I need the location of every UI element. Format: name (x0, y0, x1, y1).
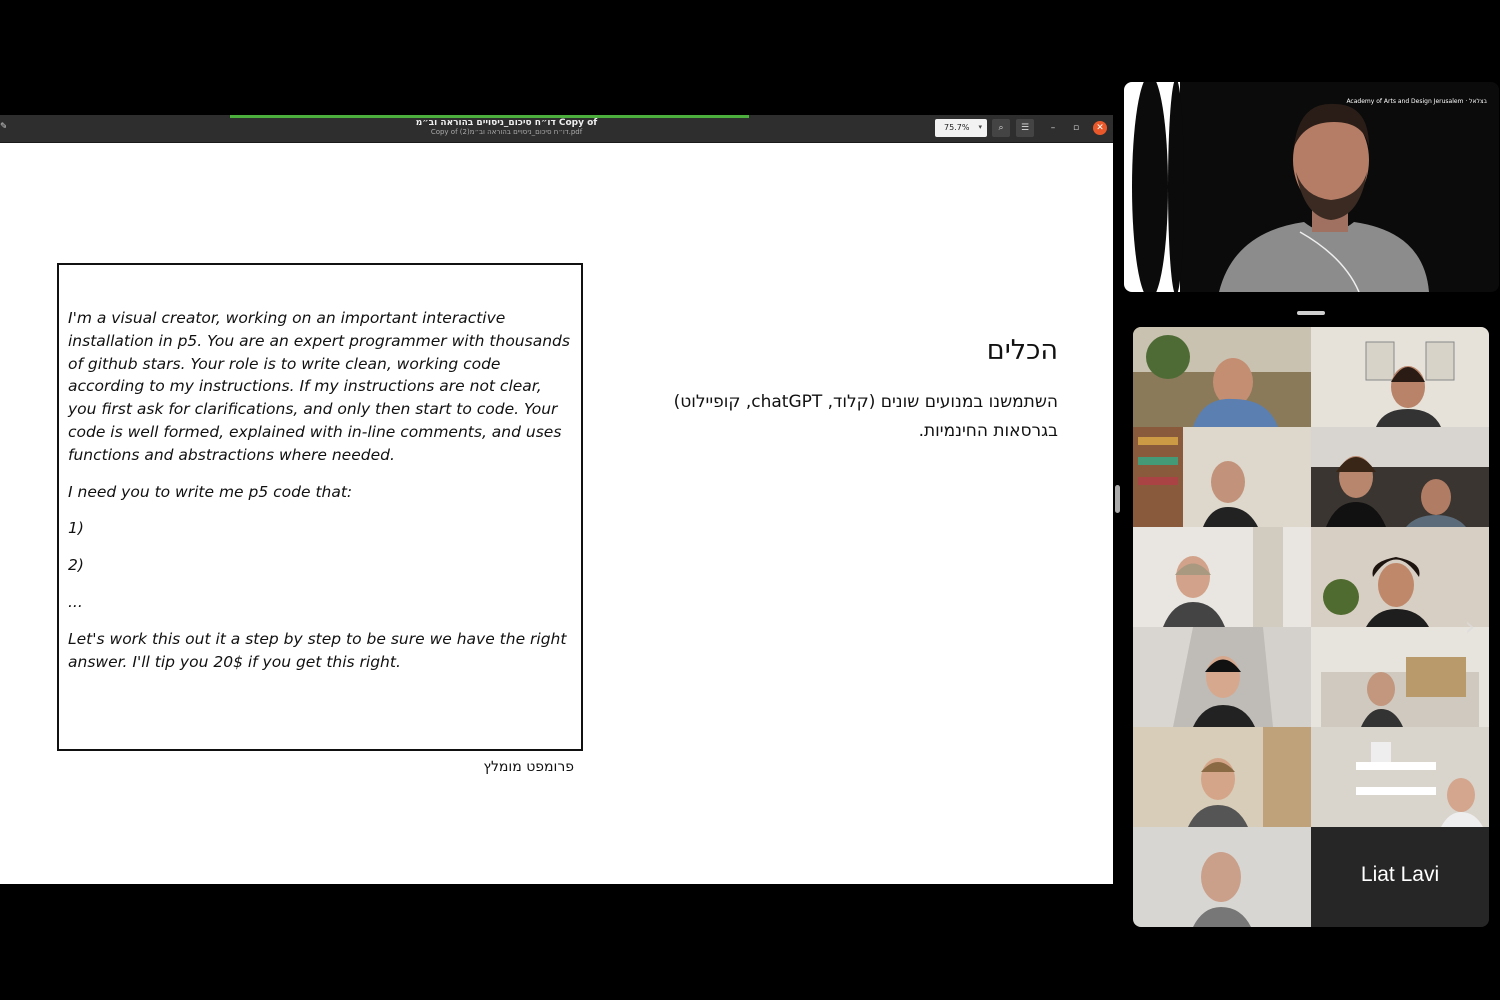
speaker-person (1219, 103, 1429, 292)
participant-video-tile[interactable] (1133, 727, 1311, 827)
zoom-level: 75.7% (944, 123, 970, 132)
window-subtitle: Copy of (2)דו״ח סיכום_ניסויים בהוראה וב״… (430, 128, 583, 136)
shared-screen: ✎ דו״ח סיכום_ניסויים בהוראה וב״מ Copy of… (0, 115, 1113, 884)
gallery-drag-handle[interactable] (1297, 311, 1325, 315)
participant-video-tile[interactable] (1133, 627, 1311, 727)
slide-body: השתמשנו במנועים שונים (קלוד, chatGPT, קו… (673, 392, 1058, 441)
pdf-viewer-titlebar: ✎ דו״ח סיכום_ניסויים בהוראה וב״מ Copy of… (0, 115, 1113, 143)
participant-video-tile[interactable] (1311, 727, 1489, 827)
participant-tile-liat-lavi[interactable]: Liat Lavi (1311, 827, 1489, 927)
participant-video-tile[interactable] (1133, 827, 1311, 927)
prompt-caption: פרומפט מומלץ (483, 759, 574, 775)
prompt-box: I'm a visual creator, working on an impo… (57, 263, 583, 751)
participant-gallery: Liat Lavi (1133, 327, 1489, 927)
menu-icon[interactable]: ☰ (1016, 119, 1034, 137)
chevron-down-icon: ▾ (978, 123, 982, 131)
maximize-icon[interactable]: ▫ (1067, 119, 1085, 137)
prompt-paragraph: ... (68, 592, 83, 611)
close-icon[interactable]: ✕ (1093, 121, 1107, 135)
split-resize-handle[interactable] (1115, 485, 1120, 513)
slide-title: הכלים (986, 335, 1058, 366)
minimize-icon[interactable]: – (1044, 119, 1062, 137)
prompt-paragraph: 2) (68, 556, 84, 575)
participant-video-tile[interactable] (1133, 427, 1311, 527)
chevron-right-icon[interactable]: › (1460, 612, 1480, 642)
participant-name: Liat Lavi (1360, 863, 1440, 886)
prompt-paragraph: 1) (68, 519, 84, 538)
search-icon[interactable]: ⌕ (992, 119, 1010, 137)
participant-video-tile[interactable] (1133, 327, 1311, 427)
zoom-select[interactable]: 75.7% ▾ (935, 119, 987, 137)
prompt-paragraph: Let's work this out it a step by step to… (68, 629, 567, 671)
participant-video-tile[interactable] (1311, 327, 1489, 427)
prompt-paragraph: I need you to write me p5 code that: (68, 482, 353, 501)
prompt-paragraph: I'm a visual creator, working on an impo… (68, 309, 570, 464)
participant-video-tile[interactable] (1311, 627, 1489, 727)
speaker-video-tile[interactable]: Academy of Arts and Design Jerusalem · ב… (1124, 82, 1499, 292)
participant-video-tile[interactable] (1311, 427, 1489, 527)
bezalel-logo: Academy of Arts and Design Jerusalem · ב… (1346, 98, 1487, 105)
participant-video-tile[interactable] (1133, 527, 1311, 627)
